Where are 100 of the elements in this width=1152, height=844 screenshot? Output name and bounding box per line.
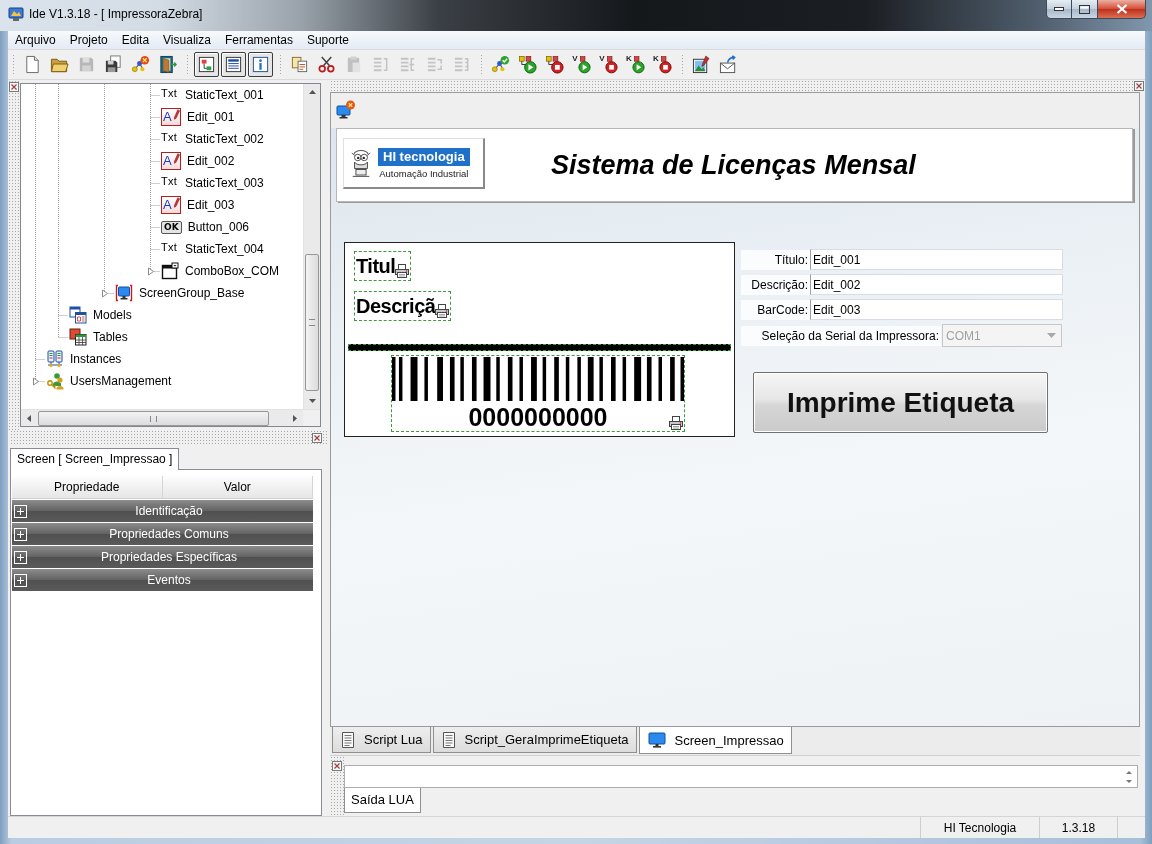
output-tab[interactable]: Saída LUA: [344, 788, 421, 813]
printer-icon: [395, 264, 410, 278]
label-text: Titul: [356, 254, 396, 278]
document-icon: [441, 730, 456, 749]
mascot-icon: [349, 147, 373, 179]
document-tab[interactable]: Script_GeraImprimeEtiqueta: [432, 727, 637, 753]
align-icon: [425, 55, 444, 74]
toolbar-button[interactable]: K: [623, 52, 648, 77]
panel-tab[interactable]: Screen [ Screen_Impressao ]: [10, 448, 180, 470]
minimize-button[interactable]: [1046, 0, 1072, 19]
molecule-error-icon: [131, 55, 150, 74]
menu-item[interactable]: Arquivo: [8, 32, 63, 48]
expand-icon[interactable]: [14, 550, 27, 564]
document-tab[interactable]: Script Lua: [332, 727, 431, 753]
picture-edit-icon: [692, 55, 711, 74]
tree-item[interactable]: ScreenGroup_Base: [139, 286, 245, 300]
category-label: Propriedades Específicas: [99, 550, 239, 564]
category-row[interactable]: Propriedades Específicas: [12, 546, 313, 568]
document-tab[interactable]: Screen_Impressao: [638, 727, 792, 754]
close-button[interactable]: [1098, 0, 1146, 19]
scissors-icon: [317, 55, 336, 74]
close-icon[interactable]: [9, 82, 19, 92]
app-icon: [8, 6, 24, 22]
minimize-icon: [1054, 7, 1064, 11]
new-file-icon: [23, 55, 42, 74]
expand-icon[interactable]: [14, 527, 27, 541]
server-pair-icon: [46, 350, 64, 368]
status-text: 1.3.18: [1061, 820, 1096, 835]
brand-name: HI tecnologia: [378, 147, 470, 166]
tree-item[interactable]: Tables: [93, 330, 128, 344]
horizontal-scrollbar[interactable]: [21, 409, 320, 426]
menu-item[interactable]: Edita: [114, 32, 157, 48]
scrollbar-thumb[interactable]: [305, 254, 319, 391]
category-row[interactable]: Eventos: [12, 569, 313, 591]
toolbar-button[interactable]: [248, 52, 273, 77]
combobox-icon: [161, 262, 179, 280]
status-text: HI Tecnologia: [943, 820, 1017, 835]
edit-control-icon: A: [161, 196, 181, 214]
text-field[interactable]: Edit_001: [810, 249, 1063, 270]
barcode-element[interactable]: 0000000000: [391, 355, 685, 432]
text-field[interactable]: Edit_003: [810, 299, 1063, 320]
monitor-group-icon: [115, 284, 133, 302]
expand-icon[interactable]: [14, 504, 27, 518]
scrollbar-thumb[interactable]: [38, 411, 269, 426]
category-label: Eventos: [146, 573, 192, 587]
tree-item[interactable]: Models: [93, 308, 132, 322]
output-field[interactable]: [344, 765, 1138, 788]
brand-tagline: Automação Industrial: [379, 168, 469, 179]
toolbar-button[interactable]: V: [569, 52, 594, 77]
text-element[interactable]: Descriçã: [354, 291, 452, 321]
label-text: Descriçã: [356, 294, 436, 318]
menu-item[interactable]: Visualiza: [156, 32, 218, 48]
stop-icon: [658, 55, 672, 74]
text-element[interactable]: Titul: [354, 251, 412, 281]
close-icon[interactable]: [312, 433, 322, 443]
menu-item[interactable]: Suporte: [299, 32, 356, 48]
toolbar-button[interactable]: [194, 52, 219, 77]
close-icon[interactable]: [1134, 81, 1144, 91]
expand-arrow-icon[interactable]: [147, 267, 155, 276]
tree-item[interactable]: StaticText_002: [185, 132, 264, 146]
printer-icon: [435, 304, 450, 318]
toolbar-button[interactable]: V: [596, 52, 621, 77]
vertical-scrollbar[interactable]: [303, 84, 320, 409]
category-row[interactable]: Propriedades Comuns: [12, 523, 313, 545]
tree-item[interactable]: UsersManagement: [70, 374, 172, 388]
static-text-icon: Txt: [161, 131, 179, 143]
tree-item[interactable]: StaticText_004: [185, 242, 264, 256]
tree-item[interactable]: StaticText_001: [185, 88, 264, 102]
monitor-alert-icon[interactable]: [336, 100, 356, 120]
tree-item[interactable]: Button_006: [187, 220, 249, 234]
stop-icon: [604, 55, 618, 74]
tree-item[interactable]: Edit_003: [187, 198, 235, 212]
maximize-button[interactable]: [1072, 0, 1098, 19]
tree-item[interactable]: ComboBox_COM: [185, 264, 280, 278]
edit-control-icon: A: [161, 152, 181, 170]
toolbar-button[interactable]: [221, 52, 246, 77]
copy-icon: [290, 55, 309, 74]
category-label: Propriedades Comuns: [108, 527, 230, 541]
button-control-icon: OK: [161, 220, 182, 234]
category-row[interactable]: Identificação: [12, 500, 313, 522]
screen-title: Sistema de Licenças Mensal: [551, 149, 916, 181]
expand-icon[interactable]: [14, 573, 27, 587]
print-label-button[interactable]: Imprime Etiqueta: [753, 372, 1048, 433]
maximize-icon: [1079, 4, 1090, 14]
menu-item[interactable]: Ferramentas: [217, 32, 300, 48]
run-icon: [518, 55, 537, 74]
tree-item[interactable]: Instances: [70, 352, 122, 366]
expand-arrow-icon[interactable]: [101, 289, 109, 298]
expand-arrow-icon[interactable]: [32, 377, 40, 386]
toolbar-button[interactable]: K: [650, 52, 675, 77]
tree-item[interactable]: StaticText_003: [185, 176, 264, 190]
align-icon: [371, 55, 390, 74]
mail-send-icon: [719, 55, 738, 74]
tree-item[interactable]: Edit_001: [187, 110, 235, 124]
close-icon[interactable]: [332, 761, 342, 771]
info-icon: [251, 55, 270, 74]
tree-item[interactable]: Edit_002: [187, 154, 235, 168]
menu-item[interactable]: Projeto: [62, 32, 115, 48]
text-field[interactable]: Edit_002: [810, 274, 1063, 295]
mode-letter: K: [626, 55, 632, 63]
